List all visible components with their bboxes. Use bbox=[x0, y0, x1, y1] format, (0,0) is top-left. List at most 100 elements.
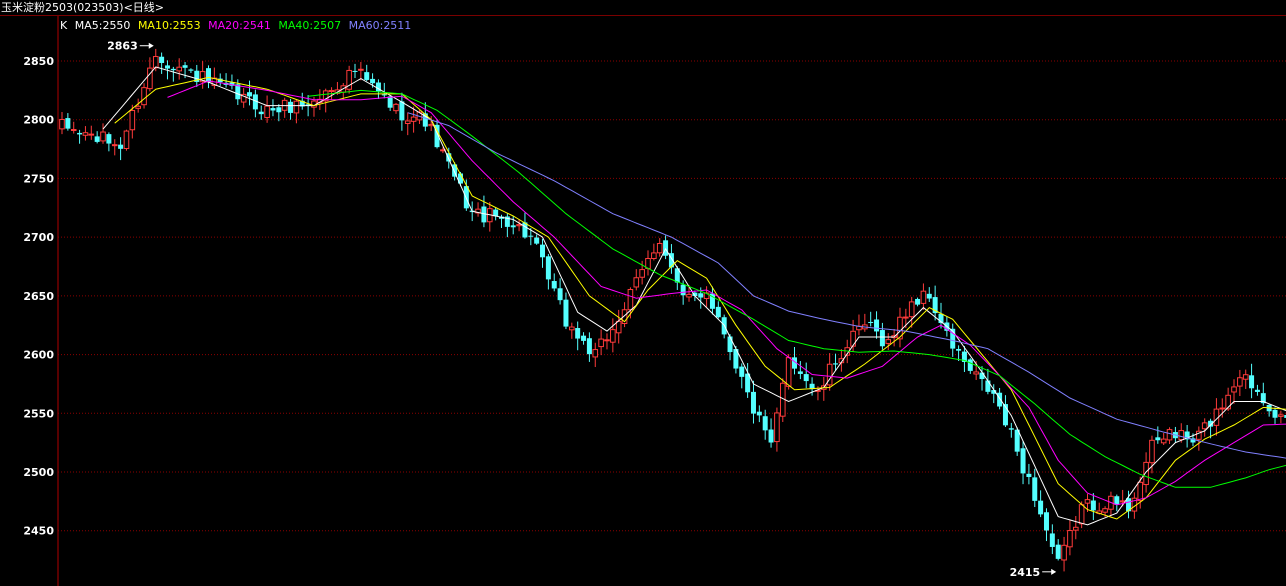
candle-body-up bbox=[1219, 407, 1226, 410]
candle-body-up bbox=[141, 87, 147, 106]
candle bbox=[404, 112, 411, 136]
candle bbox=[604, 333, 610, 350]
candle-body-down bbox=[750, 391, 756, 414]
candle-body-down bbox=[1055, 544, 1061, 559]
candle-body-down bbox=[715, 306, 721, 318]
candle bbox=[493, 207, 499, 221]
candle bbox=[733, 345, 739, 374]
extreme-marker: 2863 bbox=[107, 40, 154, 53]
candle-body-down bbox=[159, 56, 165, 63]
candle bbox=[240, 87, 247, 108]
candle bbox=[252, 89, 258, 118]
y-tick-label: 2700 bbox=[23, 231, 54, 244]
candle bbox=[170, 66, 176, 82]
candle-body-down bbox=[206, 68, 211, 83]
candle bbox=[645, 250, 651, 276]
candle-body-up bbox=[264, 105, 270, 118]
candle bbox=[123, 129, 130, 151]
candle-body-up bbox=[1067, 530, 1073, 548]
candle-body-up bbox=[404, 120, 411, 125]
marker-label: 2863 bbox=[107, 40, 138, 53]
candle-body-down bbox=[370, 78, 376, 84]
candle bbox=[276, 104, 282, 122]
candles bbox=[59, 48, 1286, 572]
candle bbox=[141, 83, 147, 109]
candle-body-down bbox=[399, 101, 405, 121]
candle-body-down bbox=[967, 359, 973, 371]
candle-body-up bbox=[135, 105, 141, 109]
candle-body-down bbox=[1032, 477, 1038, 501]
candle-body-down bbox=[77, 132, 83, 135]
candle-body-up bbox=[152, 56, 159, 69]
candle-body-down bbox=[258, 111, 264, 115]
candle bbox=[1067, 520, 1073, 556]
candle-body-up bbox=[1237, 377, 1243, 387]
candle-body-down bbox=[581, 335, 587, 341]
candle bbox=[188, 68, 194, 74]
candle bbox=[803, 362, 809, 389]
candle bbox=[118, 137, 124, 161]
candle bbox=[176, 58, 182, 80]
candle bbox=[258, 105, 264, 120]
candle bbox=[879, 322, 885, 350]
candle-body-up bbox=[410, 116, 417, 122]
candle-body-up bbox=[920, 290, 927, 304]
candle bbox=[534, 234, 540, 245]
candle-body-down bbox=[270, 108, 276, 111]
candle-body-down bbox=[557, 288, 563, 301]
candle-body-down bbox=[1254, 389, 1260, 392]
candle bbox=[615, 309, 622, 344]
candle-body-up bbox=[1137, 481, 1144, 502]
marker-arrow-head bbox=[148, 42, 154, 49]
candle-body-down bbox=[868, 321, 874, 323]
candle-body-up bbox=[1231, 386, 1237, 393]
candle-body-up bbox=[908, 301, 915, 318]
candle bbox=[288, 98, 294, 120]
candle-body-down bbox=[551, 281, 557, 289]
candle bbox=[756, 405, 762, 423]
candle bbox=[1184, 425, 1190, 448]
candle-body-up bbox=[885, 339, 892, 344]
candle-body-down bbox=[1114, 496, 1120, 505]
candle-body-down bbox=[698, 293, 704, 298]
candle-body-up bbox=[627, 289, 634, 311]
candle-body-down bbox=[1155, 437, 1161, 441]
candle bbox=[862, 313, 868, 332]
candle-body-up bbox=[428, 123, 434, 127]
candle bbox=[1038, 490, 1044, 518]
candle bbox=[65, 113, 71, 131]
candle-body-down bbox=[188, 69, 194, 71]
candle-body-up bbox=[569, 326, 575, 331]
candle-body-down bbox=[797, 371, 803, 374]
candle-body-down bbox=[926, 293, 932, 299]
candle-body-down bbox=[586, 338, 592, 355]
candle-body-up bbox=[1102, 508, 1108, 513]
y-tick-label: 2600 bbox=[23, 349, 54, 362]
candle-body-up bbox=[70, 129, 77, 132]
candle bbox=[59, 111, 65, 135]
candle-body-up bbox=[615, 320, 622, 334]
candle bbox=[721, 314, 727, 339]
candle bbox=[703, 286, 710, 307]
candle-body-up bbox=[903, 316, 909, 319]
candle bbox=[346, 65, 352, 94]
extreme-marker: 2415 bbox=[1010, 566, 1057, 579]
candle bbox=[393, 102, 399, 114]
candle-body-up bbox=[774, 412, 780, 443]
candle-body-down bbox=[1249, 375, 1255, 389]
candle bbox=[915, 297, 921, 307]
line-ma20 bbox=[167, 80, 1286, 506]
candle-body-up bbox=[328, 89, 335, 93]
candle bbox=[264, 95, 270, 123]
candle bbox=[1061, 536, 1067, 572]
marker-arrow-head bbox=[1051, 568, 1057, 575]
candle-body-up bbox=[293, 100, 300, 114]
kline-chart[interactable]: 2450 2500 2550 2600 2650 2700 2750 2800 2850 2863… bbox=[0, 0, 1286, 586]
candle bbox=[1114, 494, 1120, 512]
candle bbox=[199, 61, 206, 89]
candle-body-up bbox=[1201, 422, 1208, 430]
candle-body-up bbox=[1166, 429, 1173, 441]
candle bbox=[739, 363, 745, 389]
candle bbox=[70, 121, 77, 134]
candle-body-up bbox=[785, 357, 792, 387]
